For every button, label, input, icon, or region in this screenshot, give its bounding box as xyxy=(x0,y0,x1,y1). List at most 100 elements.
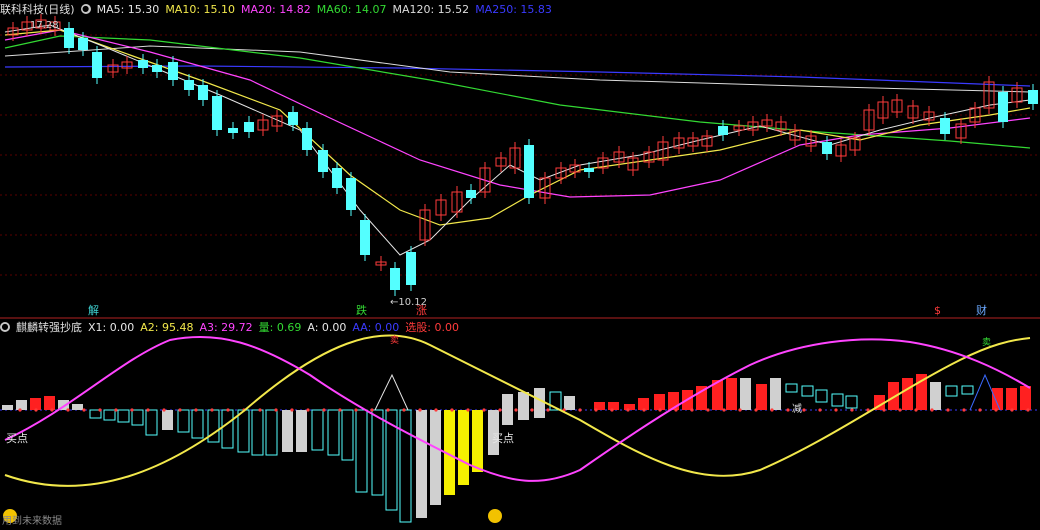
candle-body-down xyxy=(152,65,162,72)
sell-label: 卖 xyxy=(390,335,399,346)
zero-dot xyxy=(562,408,566,412)
indicator-bar xyxy=(961,385,974,395)
zero-dot xyxy=(818,408,822,412)
candle-body-up xyxy=(613,151,625,163)
indicator-bar xyxy=(549,391,562,411)
zero-dot xyxy=(994,408,998,412)
candle-body-down xyxy=(406,252,416,285)
indicator-bar xyxy=(16,400,27,410)
indicator-bar xyxy=(221,409,234,449)
candle-body-up xyxy=(569,164,581,173)
indicator-bar xyxy=(207,409,220,443)
signal-marker: 跌 xyxy=(356,303,367,317)
zero-dot xyxy=(226,408,230,412)
candle-body-down xyxy=(244,122,254,132)
indicator-bar xyxy=(668,392,679,410)
zero-dot xyxy=(946,408,950,412)
indicator-legend-item: A3: 29.72 xyxy=(199,321,253,334)
indicator-bar xyxy=(845,395,858,409)
candle-body-up xyxy=(435,199,447,216)
signal-marker: 解 xyxy=(88,303,99,317)
indicator-info-bar: ● 麒麟转强抄底 X1: 0.00 A2: 95.48 A3: 29.72 量: 0.… xyxy=(0,318,471,336)
zero-dot xyxy=(178,408,182,412)
zero-dot xyxy=(18,408,22,412)
indicator-bar xyxy=(696,386,707,410)
indicator-bar xyxy=(594,402,605,410)
indicator-bar xyxy=(902,378,913,410)
indicator-bar xyxy=(355,409,368,493)
candle-body-down xyxy=(228,128,238,133)
candle-body-up xyxy=(849,137,861,151)
zero-dot xyxy=(850,408,854,412)
indicator-legend-item: 量: 0.69 xyxy=(258,321,302,334)
indicator-bar xyxy=(117,409,130,423)
indicator-bar xyxy=(237,409,250,453)
zero-dot xyxy=(98,408,102,412)
ma60-line xyxy=(4,35,1031,149)
ma20-line xyxy=(4,29,1031,198)
zero-dot xyxy=(626,408,630,412)
sell-label: 卖 xyxy=(982,337,991,348)
indicator-bar xyxy=(103,409,116,421)
candle-body-down xyxy=(318,150,328,172)
triangle-marker xyxy=(969,373,1001,411)
zero-dot xyxy=(34,408,38,412)
high-price-label: 17.28 xyxy=(30,20,59,31)
indicator-bar xyxy=(726,378,737,410)
zero-dot xyxy=(306,408,310,412)
candle-body-up xyxy=(761,119,773,127)
candle-body-up xyxy=(657,141,669,161)
candle-body-up xyxy=(539,177,551,199)
candle-body-up xyxy=(451,191,463,213)
main-labels: 17.28 ←10.12 解 跌 涨 $ 财 xyxy=(30,20,987,317)
kline-chart[interactable]: 17.28 ←10.12 解 跌 涨 $ 财 买点 买点 卖 卖 减 用到未来数据 xyxy=(0,0,1040,530)
candle-body-up xyxy=(923,111,935,121)
candle-body-up xyxy=(789,129,801,141)
ma-legend-item: MA120: 15.52 xyxy=(392,2,470,16)
zero-dot xyxy=(418,408,422,412)
candle-body-up xyxy=(375,261,387,266)
zero-dot xyxy=(354,408,358,412)
indicator-bar xyxy=(341,409,354,461)
ma-legend-item: MA5: 15.30 xyxy=(96,2,160,16)
candle-body-up xyxy=(747,121,759,131)
indicator-bar xyxy=(534,388,545,418)
zero-dot xyxy=(930,408,934,412)
ma-lines xyxy=(4,24,1031,256)
candle-body-down xyxy=(92,52,102,78)
candle-body-down xyxy=(288,112,298,125)
candle-body-down xyxy=(940,118,950,134)
indicator-bar xyxy=(162,410,173,430)
candle-body-down xyxy=(466,190,476,198)
candle-body-up xyxy=(257,119,269,131)
candle-body-up xyxy=(271,115,283,127)
indicator-bar xyxy=(770,378,781,410)
candle-body-down xyxy=(390,268,400,290)
candle-body-up xyxy=(969,107,981,123)
candle-body-up xyxy=(627,157,639,171)
signal-marker: 涨 xyxy=(416,304,427,317)
zero-dot xyxy=(898,408,902,412)
candle-body-down xyxy=(1028,90,1038,104)
ma-legend-item: MA10: 15.10 xyxy=(165,2,236,16)
zero-dot xyxy=(610,408,614,412)
zero-dot xyxy=(578,408,582,412)
face-icon xyxy=(488,509,502,523)
indicator-circle-icon[interactable]: ● xyxy=(0,322,10,332)
candle-body-up xyxy=(733,125,745,131)
candle-body-up xyxy=(643,151,655,163)
candle-body-down xyxy=(212,96,222,130)
yellow-wave xyxy=(4,334,1031,487)
indicator-bar xyxy=(712,380,723,410)
zero-dot xyxy=(754,408,758,412)
candle-body-down xyxy=(998,92,1008,122)
zero-dot xyxy=(530,408,534,412)
indicator-bar xyxy=(191,409,204,439)
indicator-bar xyxy=(608,402,619,410)
candle-body-down xyxy=(360,220,370,255)
zero-dot xyxy=(802,408,806,412)
indicator-bar xyxy=(502,394,513,425)
future-data-note: 用到未来数据 xyxy=(2,514,62,527)
settings-circle-icon[interactable]: ● xyxy=(80,4,91,14)
zero-dot xyxy=(290,408,294,412)
